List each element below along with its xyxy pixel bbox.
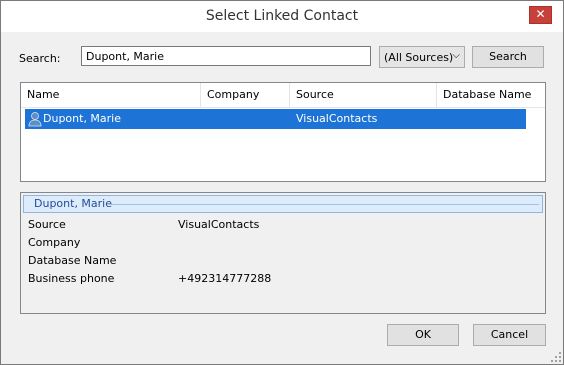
- column-header-source[interactable]: Source: [290, 83, 437, 107]
- dialog-window: Select Linked Contact ✕ Search: (All Sou…: [0, 0, 564, 365]
- dialog-title: Select Linked Contact: [205, 8, 359, 24]
- search-button[interactable]: Search: [472, 46, 544, 68]
- search-input[interactable]: [81, 46, 371, 66]
- close-button[interactable]: ✕: [529, 6, 552, 24]
- row-name: Dupont, Marie: [43, 112, 122, 125]
- table-row[interactable]: Dupont, Marie VisualContacts: [25, 109, 526, 129]
- close-icon: ✕: [535, 7, 546, 21]
- title-bar: Select Linked Contact ✕: [1, 1, 563, 32]
- field-label-company: Company: [28, 236, 81, 249]
- row-source: VisualContacts: [296, 112, 378, 125]
- field-value-business-phone: +492314777288: [178, 272, 272, 285]
- source-dropdown-value: (All Sources): [384, 51, 454, 64]
- details-contact-name: Dupont, Marie: [34, 197, 113, 210]
- resize-grip-icon[interactable]: [551, 352, 561, 362]
- field-value-source: VisualContacts: [178, 218, 260, 231]
- chevron-down-icon: ⌵: [452, 50, 460, 61]
- ok-button[interactable]: OK: [387, 324, 459, 346]
- dialog-body: Search: (All Sources) ⌵ Search Name Comp…: [9, 32, 555, 356]
- details-header: Dupont, Marie: [23, 195, 543, 213]
- field-label-source: Source: [28, 218, 66, 231]
- column-header-company[interactable]: Company: [201, 83, 290, 107]
- column-header-database-name[interactable]: Database Name: [437, 83, 545, 107]
- header-divider: [109, 204, 539, 205]
- results-header: Name Company Source Database Name: [21, 83, 545, 108]
- source-dropdown[interactable]: (All Sources) ⌵: [379, 46, 465, 68]
- person-icon: [28, 112, 42, 127]
- column-header-name[interactable]: Name: [21, 83, 201, 107]
- results-list[interactable]: Name Company Source Database Name Dupont…: [20, 82, 546, 182]
- field-label-business-phone: Business phone: [28, 272, 115, 285]
- contact-details-panel: Dupont, Marie Source VisualContacts Comp…: [20, 192, 546, 314]
- search-label: Search:: [19, 52, 61, 65]
- field-label-database-name: Database Name: [28, 254, 117, 267]
- cancel-button[interactable]: Cancel: [473, 324, 546, 346]
